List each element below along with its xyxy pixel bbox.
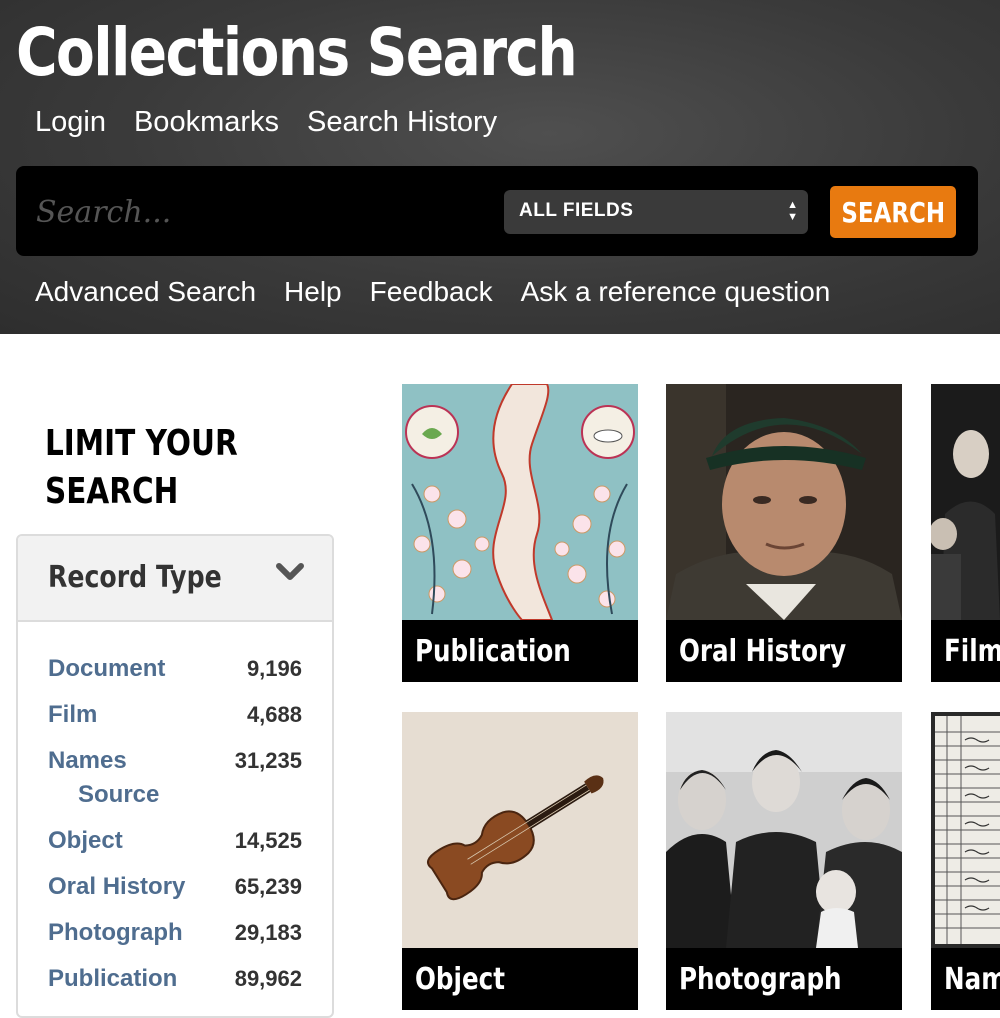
tile-label: Name <box>944 962 1000 997</box>
facet-title: Record Type <box>48 560 222 595</box>
ask-reference-link[interactable]: Ask a reference question <box>521 276 831 308</box>
facet-count: 4,688 <box>246 702 302 727</box>
facet-count: 31,235 <box>234 748 302 773</box>
search-field-value: ALL FIELDS <box>519 200 634 221</box>
help-link[interactable]: Help <box>284 276 342 308</box>
header: Collections Search Login Bookmarks Searc… <box>0 0 1000 334</box>
facet-link-oral-history[interactable]: Oral History <box>48 870 198 904</box>
facet-header[interactable]: Record Type <box>18 536 332 622</box>
search-history-link[interactable]: Search History <box>307 106 497 139</box>
search-button-label: SEARCH <box>841 195 946 229</box>
tile-names[interactable]: Name <box>931 712 1000 1010</box>
advanced-search-link[interactable]: Advanced Search <box>35 276 256 308</box>
tile-caption: Film <box>931 620 1000 682</box>
chevron-down-icon[interactable] <box>276 562 304 582</box>
tile-label: Object <box>415 962 505 997</box>
search-button[interactable]: SEARCH <box>830 186 956 238</box>
facet-count: 29,183 <box>234 920 302 945</box>
search-field-select[interactable]: ALL FIELDS ▲ ▼ <box>504 190 808 234</box>
tile-caption: Object <box>402 948 638 1010</box>
tile-label: Photograph <box>679 962 842 997</box>
facet-link-film[interactable]: Film <box>48 698 198 732</box>
facet-link-object[interactable]: Object <box>48 824 198 858</box>
facet-item-names-source: Names Source 31,235 <box>48 744 302 824</box>
publication-image <box>402 384 638 620</box>
facet-link-publication[interactable]: Publication <box>48 962 198 996</box>
facet-item-document: Document 9,196 <box>48 652 302 698</box>
facet-link-photograph[interactable]: Photograph <box>48 916 198 950</box>
facet-link-source[interactable]: Source <box>78 778 159 812</box>
facet-item-oral-history: Oral History 65,239 <box>48 870 302 916</box>
facet-count: 89,962 <box>234 966 302 991</box>
tile-film[interactable]: Film <box>931 384 1000 682</box>
select-arrows-icon: ▲ ▼ <box>787 199 798 223</box>
tile-object[interactable]: Object <box>402 712 638 1010</box>
tile-caption: Photograph <box>666 948 902 1010</box>
tile-publication[interactable]: Publication <box>402 384 638 682</box>
sub-nav: Advanced Search Help Feedback Ask a refe… <box>35 276 830 308</box>
facet-list: Document 9,196 Film 4,688 Names Source 3… <box>48 652 302 1008</box>
tile-oral-history[interactable]: Oral History <box>666 384 902 682</box>
facet-item-film: Film 4,688 <box>48 698 302 744</box>
names-image <box>931 712 1000 948</box>
photograph-image <box>666 712 902 948</box>
facet-count: 14,525 <box>234 828 302 853</box>
bookmarks-link[interactable]: Bookmarks <box>134 106 279 139</box>
facet-link-document[interactable]: Document <box>48 652 198 686</box>
tile-photograph[interactable]: Photograph <box>666 712 902 1010</box>
facet-count: 9,196 <box>246 656 302 681</box>
object-image <box>402 712 638 948</box>
facet-item-object: Object 14,525 <box>48 824 302 870</box>
tile-caption: Name <box>931 948 1000 1010</box>
tile-label: Film <box>944 634 1000 669</box>
site-title[interactable]: Collections Search <box>16 14 578 91</box>
facet-item-photograph: Photograph 29,183 <box>48 916 302 962</box>
limit-search-heading: LIMIT YOUR SEARCH <box>45 423 238 512</box>
facet-link-names[interactable]: Names <box>48 744 198 778</box>
tile-label: Publication <box>415 634 571 669</box>
tile-caption: Oral History <box>666 620 902 682</box>
facet-count: 65,239 <box>234 874 302 899</box>
feedback-link[interactable]: Feedback <box>370 276 493 308</box>
tile-label: Oral History <box>679 634 847 669</box>
film-image <box>931 384 1000 620</box>
search-bar: ALL FIELDS ▲▼ SEARCH <box>16 166 978 256</box>
oral-history-image <box>666 384 902 620</box>
facet-item-publication: Publication 89,962 <box>48 962 302 1008</box>
search-input[interactable] <box>34 191 488 233</box>
top-nav: Login Bookmarks Search History <box>35 106 497 139</box>
record-type-facet: Record Type Document 9,196 Film 4,688 Na… <box>16 534 334 1018</box>
tile-caption: Publication <box>402 620 638 682</box>
login-link[interactable]: Login <box>35 106 106 139</box>
